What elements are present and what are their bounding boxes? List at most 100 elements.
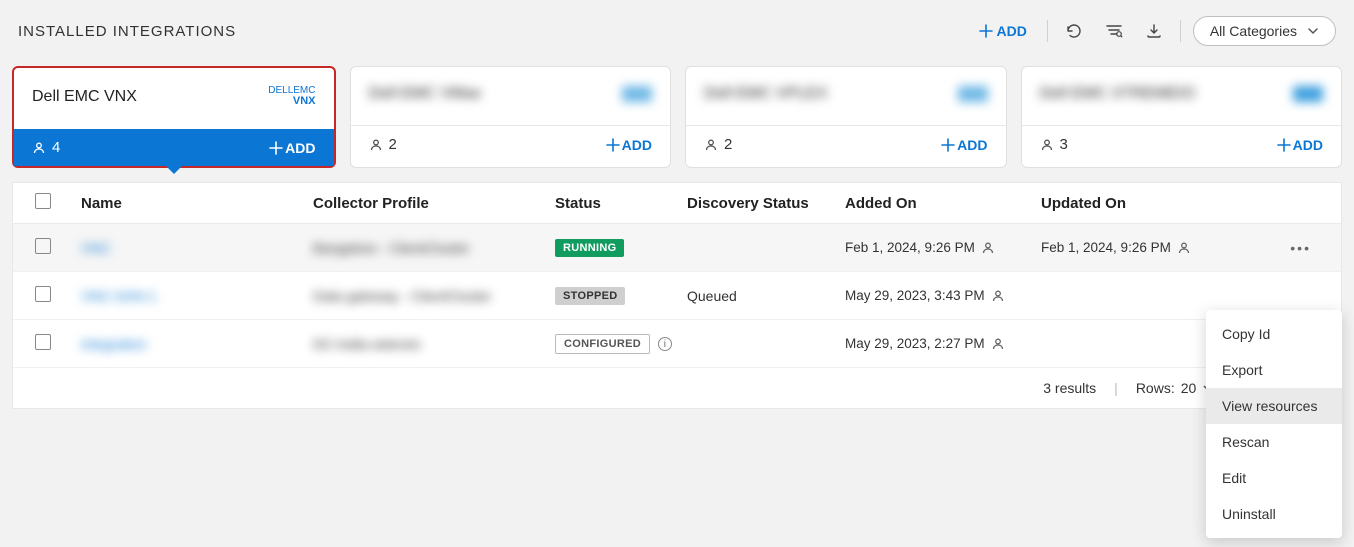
card-add-button[interactable]: ADD	[606, 137, 652, 153]
info-icon[interactable]: i	[658, 337, 672, 351]
card-count-value: 4	[52, 139, 60, 156]
card-logo-blurred	[958, 86, 988, 102]
download-button[interactable]	[1140, 17, 1168, 45]
row-added-value: Feb 1, 2024, 9:26 PM	[845, 240, 975, 255]
card-count: 4	[32, 139, 60, 156]
status-badge: RUNNING	[555, 239, 624, 257]
card-count: 3	[1040, 136, 1068, 153]
person-icon	[981, 241, 995, 255]
table-row[interactable]: VNC Bangalore - ClientCluster RUNNING Fe…	[13, 224, 1341, 272]
add-button[interactable]: ADD	[971, 19, 1035, 43]
menu-item-rescan[interactable]: Rescan	[1206, 424, 1342, 460]
card-header: Dell EMC XTREMEIO	[1022, 67, 1342, 125]
col-status[interactable]: Status	[555, 195, 687, 212]
person-icon	[991, 337, 1005, 351]
menu-item-view-resources[interactable]: View resources	[1206, 388, 1342, 424]
col-discovery[interactable]: Discovery Status	[687, 195, 845, 212]
row-updated-value: Feb 1, 2024, 9:26 PM	[1041, 240, 1171, 255]
header: INSTALLED INTEGRATIONS ADD All Categorie…	[12, 16, 1342, 46]
person-icon	[1177, 241, 1191, 255]
refresh-button[interactable]	[1060, 17, 1088, 45]
row-name-blurred: VNC	[81, 240, 111, 256]
dell-emc-vnx-logo: DELLEMC VNX	[268, 86, 315, 107]
card-title-blurred: Dell EMC VMax	[369, 85, 482, 103]
card-add-button[interactable]: ADD	[269, 140, 315, 156]
card-footer: 4 ADD	[14, 129, 334, 166]
row-collector-blurred: DC-india-selector	[313, 336, 421, 352]
row-name-blurred: VNC-SAN-1	[81, 288, 156, 304]
card-title-blurred: Dell EMC XTREMEIO	[1040, 85, 1196, 103]
plus-icon	[1277, 138, 1291, 152]
rows-per-page[interactable]: Rows: 20	[1136, 380, 1214, 396]
filter-button[interactable]	[1100, 17, 1128, 45]
row-checkbox[interactable]	[35, 238, 51, 254]
row-collector-blurred: Data gateway - ClientCluster	[313, 288, 491, 304]
rows-value: 20	[1181, 380, 1197, 396]
plus-icon	[606, 138, 620, 152]
status-badge: STOPPED	[555, 287, 625, 305]
card-count: 2	[369, 136, 397, 153]
col-name[interactable]: Name	[81, 195, 313, 212]
select-all-checkbox[interactable]	[35, 193, 51, 209]
categories-select[interactable]: All Categories	[1193, 16, 1336, 46]
row-added: May 29, 2023, 3:43 PM	[845, 288, 1041, 303]
row-added-value: May 29, 2023, 2:27 PM	[845, 336, 985, 351]
row-discovery: Queued	[687, 288, 845, 304]
table-row[interactable]: integration DC-india-selector CONFIGURED…	[13, 320, 1341, 368]
refresh-icon	[1065, 22, 1083, 40]
card-add-label: ADD	[622, 137, 652, 153]
results-count: 3 results	[1043, 380, 1096, 396]
menu-item-export[interactable]: Export	[1206, 352, 1342, 388]
row-context-menu: Copy Id Export View resources Rescan Edi…	[1206, 310, 1342, 538]
header-actions: ADD All Categories	[971, 16, 1337, 46]
row-added: May 29, 2023, 2:27 PM	[845, 336, 1041, 351]
menu-item-edit[interactable]: Edit	[1206, 460, 1342, 496]
col-added[interactable]: Added On	[845, 195, 1041, 212]
menu-item-copy-id[interactable]: Copy Id	[1206, 316, 1342, 352]
card-footer: 2 ADD	[351, 125, 671, 163]
card-title-blurred: Dell EMC VPLEX	[704, 85, 828, 103]
row-added: Feb 1, 2024, 9:26 PM	[845, 240, 1041, 255]
col-collector[interactable]: Collector Profile	[313, 195, 555, 212]
row-checkbox[interactable]	[35, 334, 51, 350]
plus-icon	[269, 141, 283, 155]
card-footer: 2 ADD	[686, 125, 1006, 163]
row-updated: Feb 1, 2024, 9:26 PM	[1041, 240, 1237, 255]
row-checkbox[interactable]	[35, 286, 51, 302]
add-button-label: ADD	[997, 23, 1027, 39]
card-logo-blurred	[1293, 86, 1323, 102]
integration-card[interactable]: Dell EMC VPLEX 2 ADD	[685, 66, 1007, 168]
card-header: Dell EMC VMax	[351, 67, 671, 125]
plus-icon	[941, 138, 955, 152]
card-logo-blurred	[622, 86, 652, 102]
integration-card[interactable]: Dell EMC VNX DELLEMC VNX 4 ADD	[12, 66, 336, 168]
table-header: Name Collector Profile Status Discovery …	[13, 183, 1341, 224]
integration-cards: Dell EMC VNX DELLEMC VNX 4 ADD De	[12, 66, 1342, 168]
chevron-down-icon	[1307, 25, 1319, 37]
card-header: Dell EMC VPLEX	[686, 67, 1006, 125]
card-count-value: 3	[1060, 136, 1068, 153]
menu-item-uninstall[interactable]: Uninstall	[1206, 496, 1342, 532]
person-icon	[369, 138, 383, 152]
integration-card[interactable]: Dell EMC XTREMEIO 3 ADD	[1021, 66, 1343, 168]
categories-label: All Categories	[1210, 23, 1297, 39]
card-footer: 3 ADD	[1022, 125, 1342, 163]
card-add-label: ADD	[285, 140, 315, 156]
card-header: Dell EMC VNX DELLEMC VNX	[14, 68, 334, 129]
row-added-value: May 29, 2023, 3:43 PM	[845, 288, 985, 303]
row-name-blurred: integration	[81, 336, 146, 352]
row-actions-button[interactable]: •••	[1290, 240, 1311, 256]
card-count-value: 2	[724, 136, 732, 153]
page-title: INSTALLED INTEGRATIONS	[18, 23, 236, 40]
integration-card[interactable]: Dell EMC VMax 2 ADD	[350, 66, 672, 168]
separator: |	[1114, 380, 1118, 396]
rows-label: Rows:	[1136, 380, 1175, 396]
card-title: Dell EMC VNX	[32, 88, 137, 106]
card-add-button[interactable]: ADD	[941, 137, 987, 153]
table-row[interactable]: VNC-SAN-1 Data gateway - ClientCluster S…	[13, 272, 1341, 320]
status-badge: CONFIGURED	[555, 334, 650, 354]
table-footer: 3 results | Rows: 20 Page	[13, 368, 1341, 408]
card-add-label: ADD	[957, 137, 987, 153]
card-add-button[interactable]: ADD	[1277, 137, 1323, 153]
col-updated[interactable]: Updated On	[1041, 195, 1237, 212]
